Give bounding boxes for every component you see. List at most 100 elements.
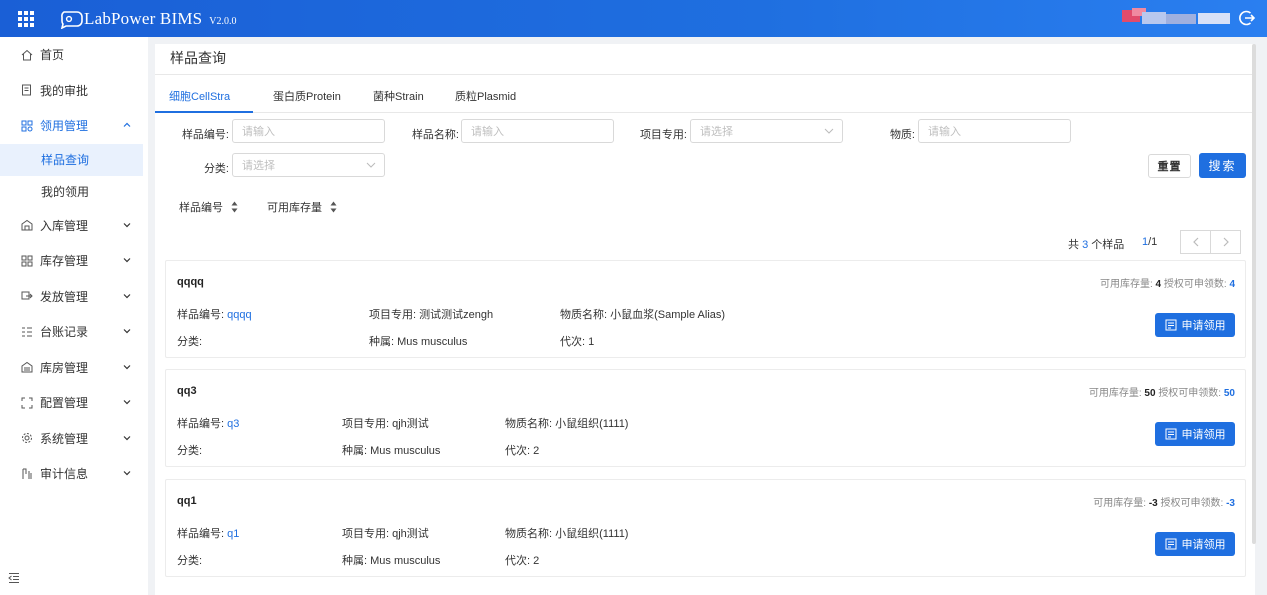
project-select[interactable]: 请选择 — [690, 119, 843, 143]
sidebar-item-home[interactable]: 首页 — [0, 37, 148, 73]
logo-mark-icon — [60, 10, 83, 29]
sample-no-field: 样品编号: q1 — [177, 528, 240, 540]
category-field: 分类: — [177, 336, 203, 348]
sidebar-item-label: 台账记录 — [40, 325, 89, 340]
chevron-down-icon — [123, 222, 131, 227]
sidebar: 首页 我的审批 领用管理 样品查询 我的领用 入库管理 库存管理 发放管理 台账… — [0, 37, 148, 595]
chevron-down-icon — [123, 400, 131, 405]
sort-by-stock[interactable]: 可用库存量 — [267, 199, 337, 215]
sort-arrows-icon — [330, 201, 337, 213]
stock-info: 可用库存量: -3 授权可申领数: -3 — [1093, 498, 1235, 509]
sidebar-subitem-label: 我的领用 — [41, 185, 90, 199]
chevron-up-icon — [123, 122, 131, 127]
category-field: 分类: — [177, 555, 203, 567]
search-button[interactable]: 搜索 — [1199, 153, 1246, 178]
apply-requisition-button[interactable]: 申请领用 — [1155, 422, 1235, 446]
result-count: 3 — [1082, 239, 1089, 251]
apply-requisition-button[interactable]: 申请领用 — [1155, 532, 1235, 556]
sidebar-item-warehouse[interactable]: 库房管理 — [0, 350, 148, 386]
category-select[interactable]: 请选择 — [232, 153, 385, 177]
inventory-icon — [20, 254, 34, 268]
material-field: 物质名称: 小鼠组织(1111) — [505, 528, 629, 540]
stock-info: 可用库存量: 4 授权可申领数: 4 — [1099, 279, 1235, 290]
audit-icon — [20, 467, 34, 481]
tab-plasmid[interactable]: 质粒Plasmid — [455, 88, 516, 104]
chevron-down-icon — [366, 162, 376, 168]
stock-value: 50 — [1144, 388, 1156, 399]
page-indicator: 1/1 — [1142, 236, 1157, 248]
user-info-blurred[interactable] — [1122, 8, 1232, 26]
sidebar-item-system[interactable]: 系统管理 — [0, 421, 148, 457]
sidebar-subitem-sample-query[interactable]: 样品查询 — [0, 143, 143, 176]
project-field: 项目专用: qjh测试 — [342, 418, 429, 430]
chevron-down-icon — [123, 329, 131, 334]
sample-no-link[interactable]: qqqq — [227, 309, 251, 321]
sample-no-link[interactable]: q1 — [227, 528, 239, 540]
divider — [155, 74, 1255, 75]
sidebar-item-distribution[interactable]: 发放管理 — [0, 279, 148, 315]
material-input[interactable]: 请输入 — [918, 119, 1071, 143]
ledger-icon — [20, 325, 34, 339]
version-label: V2.0.0 — [209, 15, 237, 27]
sidebar-item-inventory[interactable]: 库存管理 — [0, 243, 148, 279]
inbound-icon — [20, 218, 34, 232]
generation-field: 代次: 1 — [560, 336, 595, 348]
auth-value: 50 — [1223, 388, 1235, 399]
sidebar-item-config[interactable]: 配置管理 — [0, 385, 148, 421]
sidebar-item-requisition[interactable]: 领用管理 — [0, 108, 148, 144]
stock-info: 可用库存量: 50 授权可申领数: 50 — [1088, 388, 1235, 399]
app-grid-icon[interactable] — [18, 10, 34, 27]
reset-button[interactable]: 重置 — [1148, 154, 1191, 178]
chevron-down-icon — [123, 258, 131, 263]
home-icon — [20, 48, 34, 62]
form-icon — [1165, 319, 1176, 331]
sidebar-item-label: 我的审批 — [40, 83, 89, 98]
category-select-placeholder: 请选择 — [242, 160, 275, 172]
stock-value: -3 — [1148, 498, 1158, 509]
project-field: 项目专用: 测试测试zengh — [369, 309, 494, 321]
sidebar-subitem-my-requisitions[interactable]: 我的领用 — [0, 176, 148, 208]
sort-arrows-icon — [231, 201, 238, 213]
page-title: 样品查询 — [170, 50, 226, 66]
sidebar-item-inbound[interactable]: 入库管理 — [0, 208, 148, 244]
sample-name-label: 样品名称: — [411, 129, 459, 141]
sample-no-link[interactable]: q3 — [227, 418, 239, 430]
sidebar-item-label: 首页 — [40, 48, 65, 63]
scrollbar[interactable] — [1252, 44, 1256, 544]
chevron-left-icon — [1192, 237, 1198, 247]
sidebar-item-approval[interactable]: 我的审批 — [0, 73, 148, 109]
stock-value: 4 — [1155, 279, 1162, 290]
chevron-down-icon — [123, 471, 131, 476]
tab-protein[interactable]: 蛋白质Protein — [273, 88, 341, 104]
sample-name-input[interactable]: 请输入 — [461, 119, 614, 143]
sidebar-item-label: 审计信息 — [40, 467, 89, 482]
sample-no-input[interactable]: 请输入 — [232, 119, 385, 143]
config-icon — [20, 396, 34, 410]
tab-strain[interactable]: 菌种Strain — [373, 88, 424, 104]
category-field: 分类: — [177, 445, 203, 457]
material-label: 物质: — [889, 129, 915, 141]
project-field: 项目专用: qjh测试 — [342, 528, 429, 540]
species-field: 种属: Mus musculus — [342, 445, 441, 457]
generation-field: 代次: 2 — [505, 445, 540, 457]
sidebar-item-ledger[interactable]: 台账记录 — [0, 314, 148, 350]
chevron-down-icon — [123, 293, 131, 298]
next-page-button[interactable] — [1210, 230, 1241, 254]
distribution-icon — [20, 289, 34, 303]
category-tabs: 细胞CellStra 蛋白质Protein 菌种Strain 质粒Plasmid — [155, 84, 1255, 113]
sample-no-field: 样品编号: q3 — [177, 418, 240, 430]
logout-icon[interactable] — [1238, 9, 1256, 27]
prev-page-button[interactable] — [1180, 230, 1211, 254]
main-panel: 样品查询 细胞CellStra 蛋白质Protein 菌种Strain 质粒Pl… — [155, 44, 1255, 595]
top-header: LabPower BIMS V2.0.0 — [0, 0, 1267, 37]
sidebar-item-audit[interactable]: 审计信息 — [0, 456, 148, 492]
tab-cell[interactable]: 细胞CellStra — [169, 88, 230, 104]
sample-no-field: 样品编号: qqqq — [177, 309, 252, 321]
result-summary: 共 3 个样品 — [1068, 239, 1125, 251]
collapse-sidebar-icon[interactable] — [8, 572, 20, 584]
apply-requisition-button[interactable]: 申请领用 — [1155, 313, 1235, 337]
sort-by-sample-no[interactable]: 样品编号 — [179, 199, 238, 215]
chevron-right-icon — [1223, 237, 1229, 247]
sidebar-item-label: 领用管理 — [40, 119, 89, 134]
sidebar-item-label: 库存管理 — [40, 254, 89, 269]
